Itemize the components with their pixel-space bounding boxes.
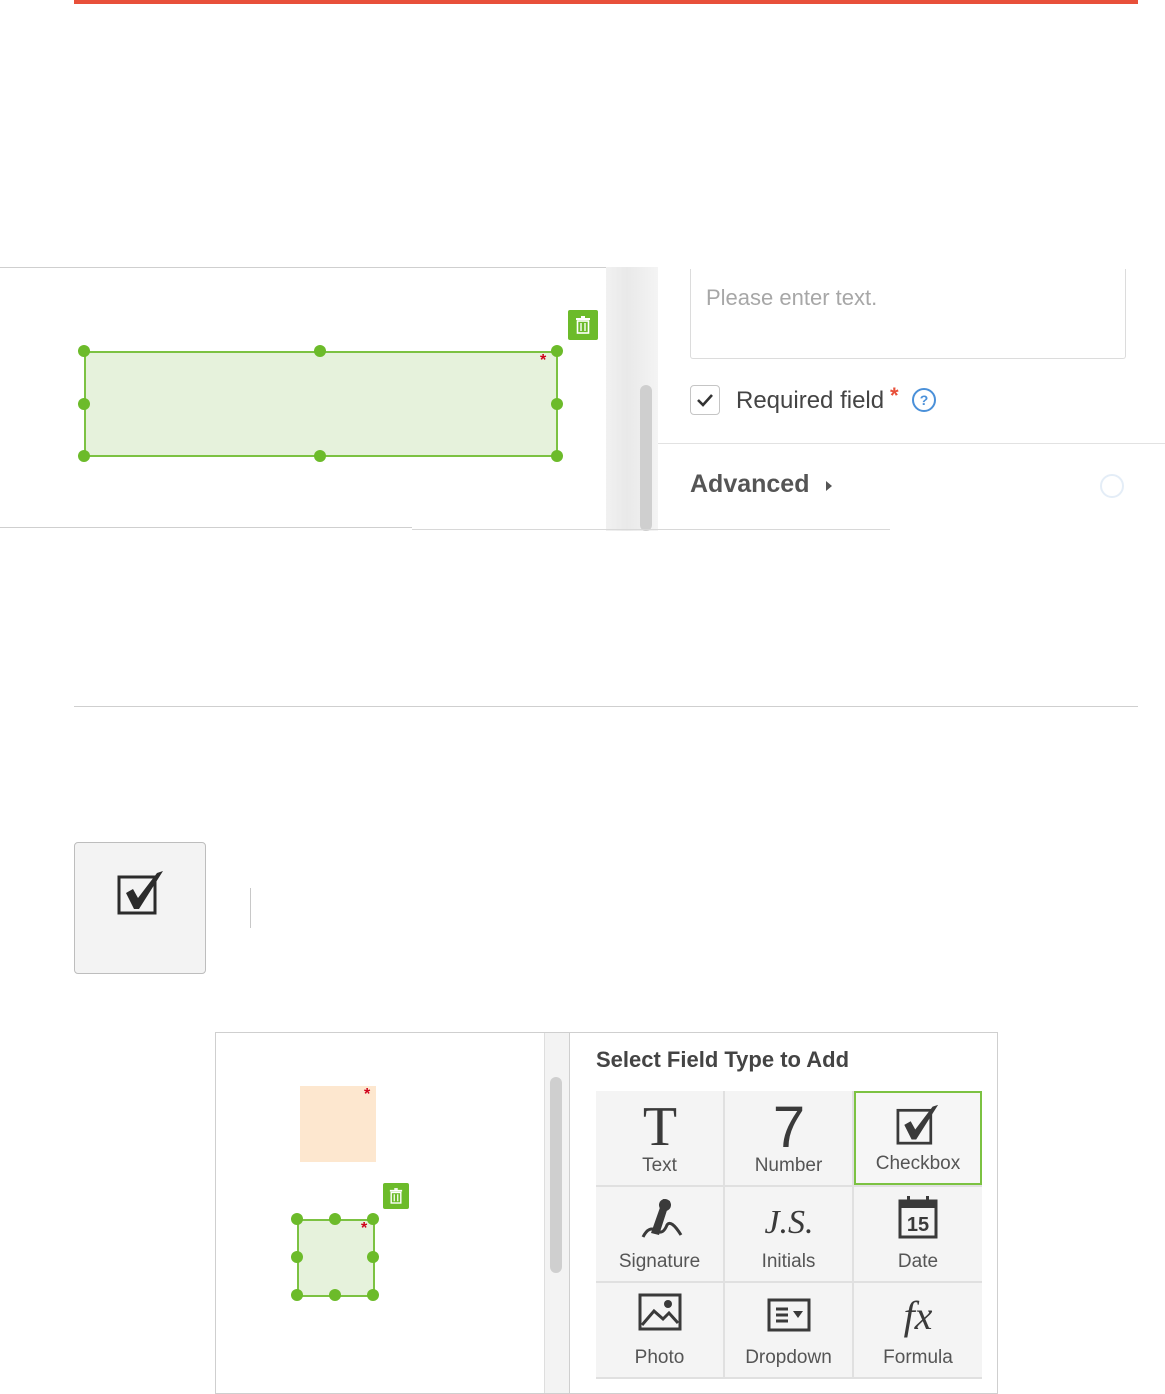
field-type-initials[interactable]: J.S. Initials <box>725 1187 852 1281</box>
resize-handle-n[interactable] <box>329 1213 341 1225</box>
resize-handle-s[interactable] <box>314 450 326 462</box>
formula-icon: fx <box>904 1293 933 1338</box>
resize-handle-s[interactable] <box>329 1289 341 1301</box>
text-T-icon: T <box>642 1099 676 1151</box>
resize-handle-nw[interactable] <box>291 1213 303 1225</box>
resize-handle-w[interactable] <box>291 1251 303 1263</box>
section-divider <box>658 443 1165 444</box>
resize-handle-n[interactable] <box>314 345 326 357</box>
required-field-checkbox[interactable] <box>690 385 720 415</box>
signature-pen-icon <box>641 1199 682 1238</box>
resize-handle-ne[interactable] <box>367 1213 379 1225</box>
resize-handle-sw[interactable] <box>78 450 90 462</box>
accent-bar <box>74 0 1138 4</box>
resize-handle-sw[interactable] <box>291 1289 303 1301</box>
field-type-label: Number <box>754 1155 823 1176</box>
field-type-photo[interactable]: Photo <box>596 1283 723 1377</box>
dropdown-icon <box>767 1298 810 1332</box>
resize-handle-se[interactable] <box>367 1289 379 1301</box>
divider <box>0 527 412 528</box>
photo-icon <box>638 1293 681 1331</box>
field-text-placeholder: Please enter text. <box>706 285 878 310</box>
text-field-box[interactable] <box>84 351 558 457</box>
scrollbar-thumb[interactable] <box>550 1077 562 1273</box>
trash-icon <box>389 1188 403 1204</box>
field-type-label: Photo <box>634 1347 685 1368</box>
required-marker: * <box>364 1086 371 1103</box>
field-type-label: Initials <box>761 1251 816 1272</box>
panel-title: Select Field Type to Add <box>596 1047 850 1072</box>
resize-handle-w[interactable] <box>78 398 90 410</box>
field-type-formula[interactable]: fx Formula <box>854 1283 982 1377</box>
svg-text:T: T <box>642 1099 676 1151</box>
field-type-dropdown[interactable]: Dropdown <box>725 1283 852 1377</box>
field-type-label: Text <box>642 1155 677 1176</box>
initials-glyph: J.S. <box>764 1204 813 1241</box>
required-marker: * <box>361 1220 368 1237</box>
initials-icon: J.S. <box>764 1204 813 1241</box>
field-type-checkbox[interactable]: Checkbox <box>854 1091 982 1185</box>
resize-handle-ne[interactable] <box>551 345 563 357</box>
field-type-number[interactable]: 7 Number <box>725 1091 852 1185</box>
formula-glyph: fx <box>904 1293 933 1338</box>
required-asterisk: * <box>890 383 899 408</box>
advanced-section-toggle[interactable]: Advanced <box>690 470 809 499</box>
calendar-icon: 15 <box>898 1196 938 1239</box>
field-type-text[interactable]: T Text <box>596 1091 723 1185</box>
scrollbar-thumb[interactable] <box>640 385 652 531</box>
checkmark-icon <box>697 394 713 407</box>
number-7-icon: 7 <box>772 1099 804 1151</box>
field-type-label: Formula <box>883 1347 953 1368</box>
field-type-label: Signature <box>618 1251 701 1272</box>
field-type-label: Checkbox <box>875 1153 961 1174</box>
field-type-date[interactable]: 15 Date <box>854 1187 982 1281</box>
svg-text:7: 7 <box>772 1099 804 1151</box>
trash-icon <box>576 316 590 334</box>
checkbox-icon <box>896 1104 939 1145</box>
delete-field-button[interactable] <box>383 1183 409 1209</box>
field-type-signature[interactable]: Signature <box>596 1187 723 1281</box>
field-editor-screenshot: * Please enter text. Required field * ? … <box>0 267 1165 531</box>
field-type-label: Date <box>897 1251 939 1272</box>
resize-handle-nw[interactable] <box>78 345 90 357</box>
checkbox-checked-icon <box>117 871 163 915</box>
field-text-input[interactable] <box>690 269 1126 359</box>
required-field-label: Required field <box>736 387 885 414</box>
resize-handle-e[interactable] <box>551 398 563 410</box>
field-type-label: Dropdown <box>745 1347 832 1368</box>
divider <box>412 529 890 530</box>
section-separator <box>74 706 1138 707</box>
help-glyph: ? <box>919 392 929 408</box>
resize-handle-e[interactable] <box>367 1251 379 1263</box>
help-icon[interactable]: ? <box>912 388 936 412</box>
add-field-screenshot: * * Select Field Type to Add T Text 7 Nu… <box>215 1032 998 1394</box>
help-icon-faded[interactable] <box>1100 474 1124 498</box>
required-marker: * <box>540 352 547 369</box>
resize-handle-se[interactable] <box>551 450 563 462</box>
checkbox-tool-button[interactable] <box>74 842 206 974</box>
field-type-grid: T Text 7 Number Checkbox Signature J.S. … <box>596 1091 982 1379</box>
delete-field-button[interactable] <box>568 310 598 340</box>
text-cursor <box>250 888 251 928</box>
calendar-day-glyph: 15 <box>907 1214 929 1236</box>
caret-right-icon <box>826 481 832 491</box>
